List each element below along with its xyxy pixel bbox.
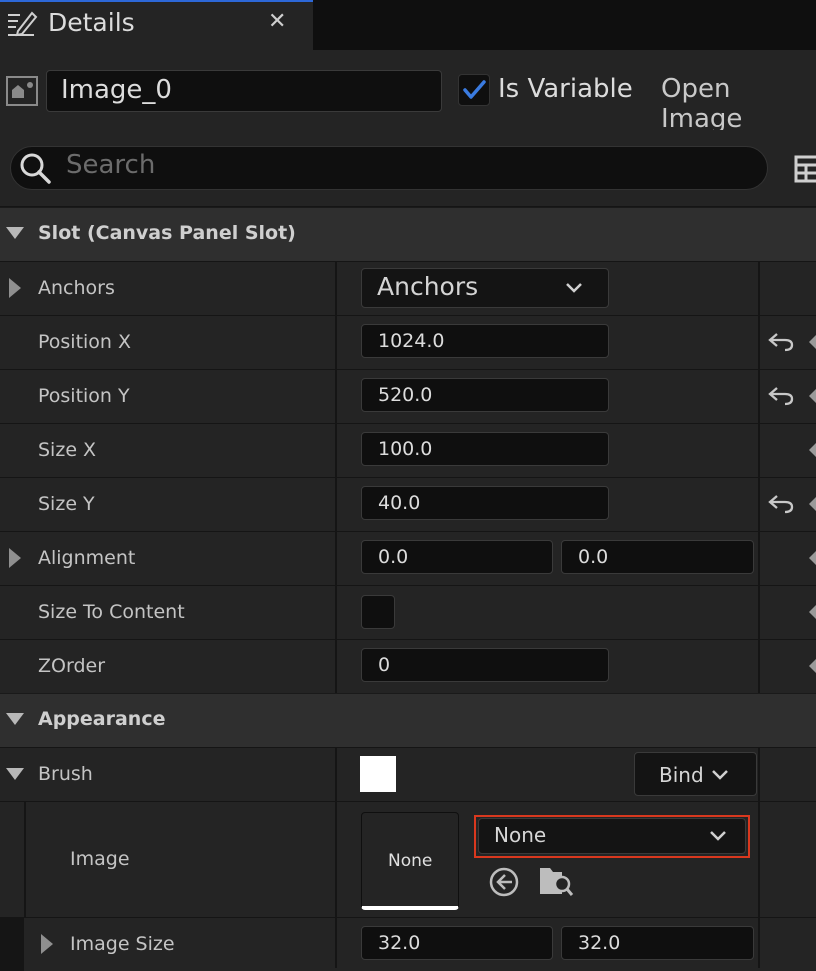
keyframe-diamond-icon[interactable] xyxy=(806,659,816,673)
reset-arrow-icon[interactable] xyxy=(767,493,795,517)
size-to-content-checkbox[interactable] xyxy=(361,595,395,629)
image-size-x-input[interactable]: 32.0 xyxy=(361,926,553,960)
details-tab[interactable] xyxy=(0,0,313,50)
alignment-y-input[interactable]: 0.0 xyxy=(561,540,754,574)
reset-arrow-icon[interactable] xyxy=(767,385,795,409)
size-to-content-label: Size To Content xyxy=(38,601,185,623)
bind-dropdown[interactable]: Bind xyxy=(634,752,757,796)
name-value-divider xyxy=(335,747,337,968)
chevron-down-icon xyxy=(711,769,729,781)
reset-arrow-icon[interactable] xyxy=(767,331,795,355)
image-asset-value: None xyxy=(494,823,547,847)
chevron-down-icon xyxy=(565,282,583,294)
appearance-section-label: Appearance xyxy=(38,708,166,730)
size-x-input[interactable]: 100.0 xyxy=(361,432,609,466)
keyframe-diamond-icon[interactable] xyxy=(806,551,816,565)
position-y-label: Position Y xyxy=(38,385,130,407)
bind-label: Bind xyxy=(659,763,704,787)
collapse-arrow-icon[interactable] xyxy=(6,227,24,241)
image-thumbnail-text: None xyxy=(388,851,433,871)
expand-arrow-icon[interactable] xyxy=(41,934,53,954)
anchors-dropdown-value: Anchors xyxy=(377,272,479,301)
alignment-x-input[interactable]: 0.0 xyxy=(361,540,553,574)
position-x-input[interactable]: 1024.0 xyxy=(361,324,609,358)
image-thumbnail[interactable]: None xyxy=(361,812,459,910)
image-asset-dropdown[interactable]: None xyxy=(478,818,746,854)
zorder-input[interactable]: 0 xyxy=(361,648,609,682)
position-x-label: Position X xyxy=(38,331,132,353)
collapse-arrow-icon[interactable] xyxy=(6,713,24,727)
widget-icon xyxy=(6,76,38,106)
size-y-label: Size Y xyxy=(38,493,95,515)
image-label: Image xyxy=(70,848,130,870)
anchors-label: Anchors xyxy=(38,277,115,299)
keyframe-diamond-icon[interactable] xyxy=(806,389,816,403)
keyframe-diamond-icon[interactable] xyxy=(806,443,816,457)
image-size-y-input[interactable]: 32.0 xyxy=(561,926,754,960)
chevron-down-icon xyxy=(709,830,727,842)
details-pencil-icon xyxy=(6,9,38,39)
is-variable-checkbox[interactable] xyxy=(458,74,490,106)
size-x-label: Size X xyxy=(38,439,97,461)
keyframe-diamond-icon[interactable] xyxy=(806,497,816,511)
keyframe-diamond-icon[interactable] xyxy=(806,335,816,349)
browse-folder-icon[interactable] xyxy=(538,864,574,898)
name-value-divider xyxy=(335,261,337,693)
zorder-label: ZOrder xyxy=(38,655,106,677)
close-icon[interactable]: ✕ xyxy=(268,9,286,34)
position-y-input[interactable]: 520.0 xyxy=(361,378,609,412)
value-extension-divider xyxy=(758,261,760,693)
search-icon xyxy=(18,151,52,185)
brush-color-swatch[interactable] xyxy=(360,756,396,792)
image-size-label: Image Size xyxy=(70,933,175,955)
open-image-link[interactable]: Open Image xyxy=(661,74,816,135)
value-extension-divider xyxy=(758,747,760,968)
use-selected-arrow-icon[interactable] xyxy=(488,866,520,898)
expand-arrow-icon[interactable] xyxy=(9,278,21,298)
size-y-input[interactable]: 40.0 xyxy=(361,486,609,520)
expand-arrow-icon[interactable] xyxy=(9,548,21,568)
alignment-label: Alignment xyxy=(38,547,136,569)
table-view-icon[interactable] xyxy=(794,155,816,183)
is-variable-label: Is Variable xyxy=(498,74,633,104)
brush-label: Brush xyxy=(38,763,93,785)
keyframe-diamond-icon[interactable] xyxy=(806,605,816,619)
collapse-arrow-icon[interactable] xyxy=(6,768,24,782)
checkmark-icon xyxy=(459,75,489,105)
tab-title: Details xyxy=(48,8,135,37)
slot-section-label: Slot (Canvas Panel Slot) xyxy=(38,222,296,244)
widget-name-input[interactable]: Image_0 xyxy=(46,70,442,112)
search-placeholder: Search xyxy=(66,150,156,180)
anchors-dropdown[interactable]: Anchors xyxy=(361,268,609,308)
